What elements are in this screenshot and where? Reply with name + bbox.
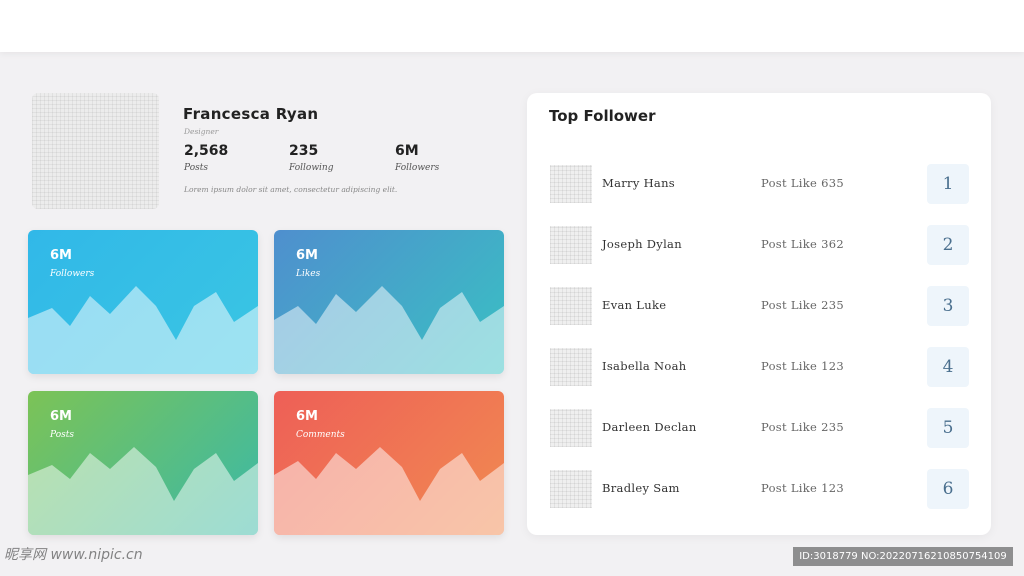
stat-posts: 2,568 Posts: [184, 143, 228, 173]
follower-post-likes: Post Like 635: [761, 176, 844, 190]
follower-avatar: [550, 348, 592, 386]
card-likes[interactable]: 6M Likes: [274, 230, 504, 374]
card-label: Followers: [50, 269, 95, 279]
profile-role: Designer: [184, 127, 219, 136]
follower-rank: 4: [927, 347, 969, 387]
card-value: 6M: [296, 409, 318, 424]
follower-post-likes: Post Like 235: [761, 298, 844, 312]
follower-avatar: [550, 165, 592, 203]
follower-name: Isabella Noah: [602, 359, 687, 373]
stat-label: Followers: [395, 163, 440, 173]
card-value: 6M: [50, 409, 72, 424]
follower-post-likes: Post Like 235: [761, 420, 844, 434]
profile-bio: Lorem ipsum dolor sit amet, consectetur …: [184, 185, 398, 194]
follower-row[interactable]: Isabella Noah Post Like 123 4: [527, 347, 991, 387]
follower-row[interactable]: Joseph Dylan Post Like 362 2: [527, 225, 991, 265]
card-value: 6M: [296, 248, 318, 263]
watermark-right: ID:3018779 NO:20220716210850754109: [793, 547, 1013, 566]
follower-avatar: [550, 409, 592, 447]
panel-title: Top Follower: [549, 107, 656, 125]
stat-label: Following: [289, 163, 334, 173]
follower-rank: 5: [927, 408, 969, 448]
card-value: 6M: [50, 248, 72, 263]
follower-name: Marry Hans: [602, 176, 675, 190]
stat-value: 235: [289, 143, 319, 159]
follower-post-likes: Post Like 362: [761, 237, 844, 251]
top-follower-panel: Top Follower Marry Hans Post Like 635 1 …: [527, 93, 991, 535]
stat-value: 2,568: [184, 143, 229, 159]
watermark-left: 昵享网 www.nipic.cn: [4, 547, 143, 563]
card-followers[interactable]: 6M Followers: [28, 230, 258, 374]
follower-row[interactable]: Bradley Sam Post Like 123 6: [527, 469, 991, 509]
follower-avatar: [550, 226, 592, 264]
stat-value: 6M: [395, 143, 419, 159]
stat-label: Posts: [184, 163, 208, 173]
follower-post-likes: Post Like 123: [761, 481, 844, 495]
follower-avatar: [550, 470, 592, 508]
follower-rank: 1: [927, 164, 969, 204]
follower-rank: 6: [927, 469, 969, 509]
follower-row[interactable]: Evan Luke Post Like 235 3: [527, 286, 991, 326]
stat-followers: 6M Followers: [395, 143, 439, 173]
follower-rank: 3: [927, 286, 969, 326]
follower-name: Darleen Declan: [602, 420, 697, 434]
profile-avatar: [32, 93, 159, 209]
follower-row[interactable]: Marry Hans Post Like 635 1: [527, 164, 991, 204]
stat-following: 235 Following: [289, 143, 334, 173]
follower-row[interactable]: Darleen Declan Post Like 235 5: [527, 408, 991, 448]
follower-post-likes: Post Like 123: [761, 359, 844, 373]
follower-name: Bradley Sam: [602, 481, 680, 495]
profile-name: Francesca Ryan: [183, 105, 319, 123]
follower-name: Evan Luke: [602, 298, 667, 312]
follower-rank: 2: [927, 225, 969, 265]
card-label: Likes: [296, 269, 321, 279]
card-label: Posts: [50, 430, 74, 440]
card-posts[interactable]: 6M Posts: [28, 391, 258, 535]
follower-avatar: [550, 287, 592, 325]
card-comments[interactable]: 6M Comments: [274, 391, 504, 535]
top-bar: [0, 0, 1024, 52]
follower-name: Joseph Dylan: [602, 237, 682, 251]
card-label: Comments: [296, 430, 345, 440]
